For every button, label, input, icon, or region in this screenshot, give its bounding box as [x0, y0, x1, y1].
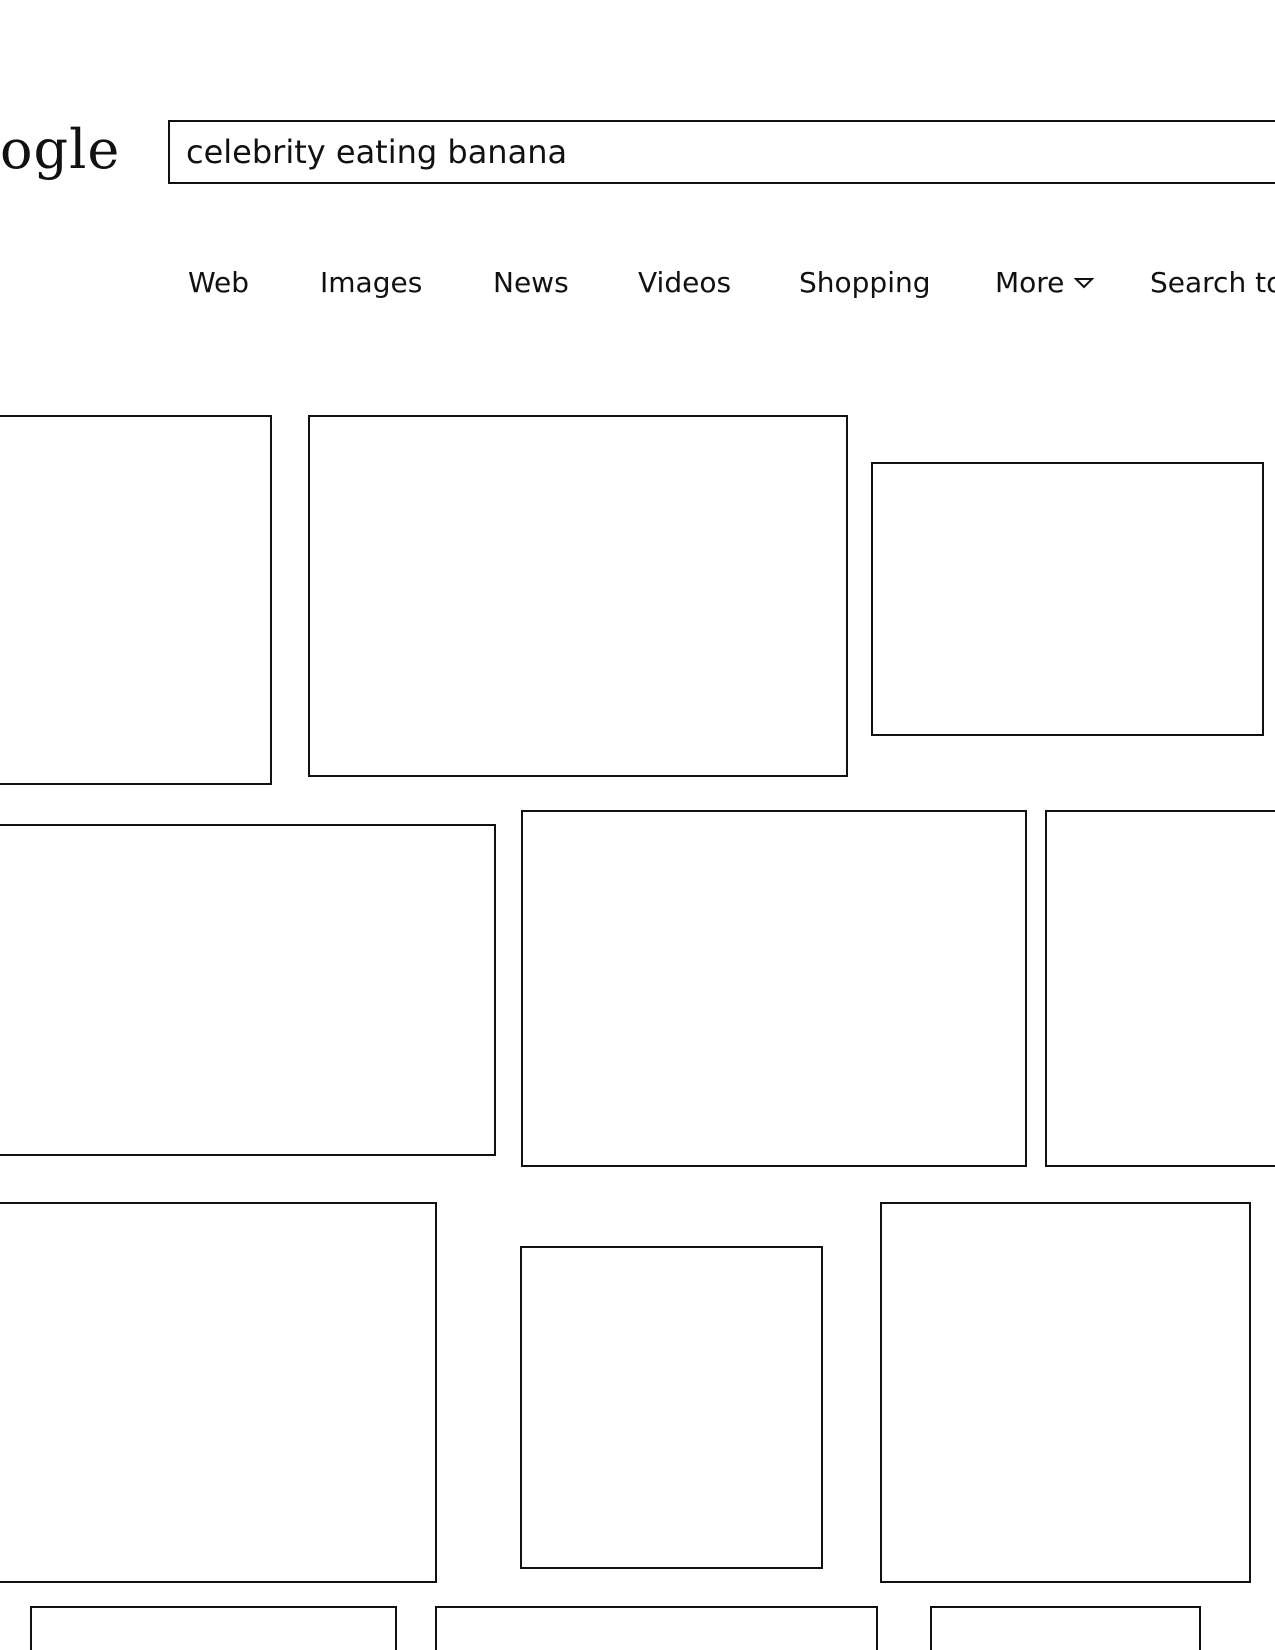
site-logo[interactable]: ogle: [0, 118, 120, 181]
image-result[interactable]: [880, 1202, 1251, 1583]
tab-videos[interactable]: Videos: [638, 266, 731, 299]
image-result[interactable]: [0, 1202, 437, 1583]
image-result[interactable]: [930, 1606, 1201, 1650]
image-result[interactable]: [520, 1246, 823, 1569]
search-box[interactable]: [168, 120, 1275, 184]
image-result[interactable]: [435, 1606, 878, 1650]
image-result[interactable]: [0, 415, 272, 785]
image-result[interactable]: [0, 824, 496, 1156]
search-tabs: Web Images News Videos Shopping More Sea…: [0, 266, 1275, 306]
tab-shopping[interactable]: Shopping: [799, 266, 931, 299]
image-result[interactable]: [871, 462, 1264, 736]
tab-search-tools[interactable]: Search to: [1150, 266, 1275, 299]
tab-more-label: More: [995, 266, 1065, 299]
tab-news[interactable]: News: [493, 266, 569, 299]
tab-more[interactable]: More: [995, 266, 1095, 299]
image-result[interactable]: [521, 810, 1027, 1167]
image-result[interactable]: [1045, 810, 1275, 1167]
image-result[interactable]: [308, 415, 848, 777]
tab-images[interactable]: Images: [320, 266, 422, 299]
image-result[interactable]: [30, 1606, 397, 1650]
tab-web[interactable]: Web: [188, 266, 249, 299]
chevron-down-icon: [1074, 277, 1095, 288]
search-input[interactable]: [186, 133, 1275, 171]
